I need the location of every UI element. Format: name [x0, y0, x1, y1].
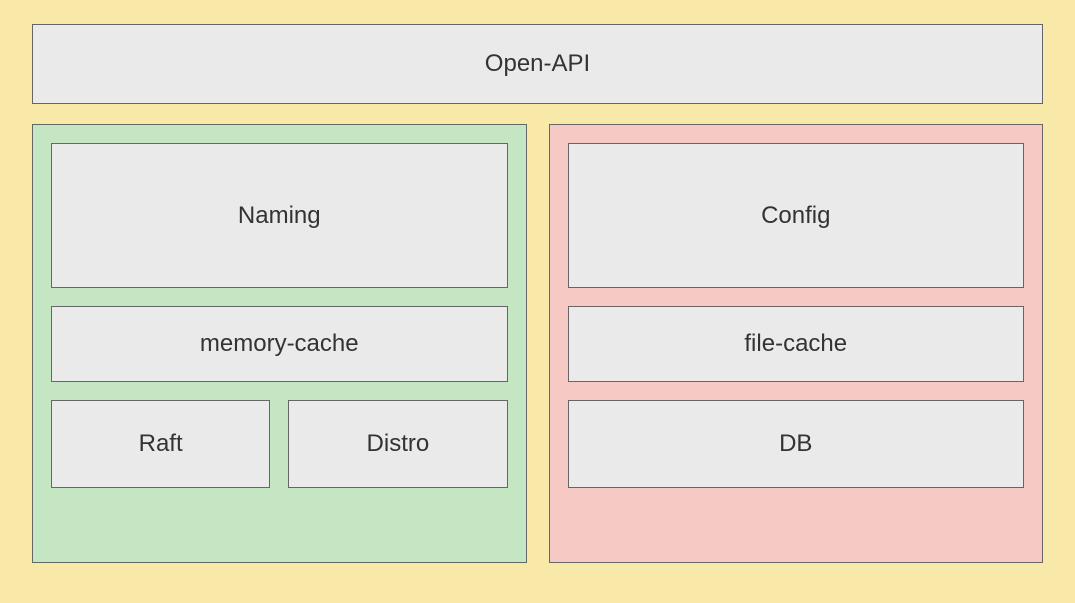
naming-box: Naming [51, 143, 508, 288]
db-label: DB [779, 430, 812, 458]
memory-cache-box: memory-cache [51, 306, 508, 382]
file-cache-box: file-cache [568, 306, 1025, 382]
distro-label: Distro [367, 430, 430, 458]
file-cache-label: file-cache [744, 330, 847, 358]
naming-panel: Naming memory-cache Raft Distro [32, 124, 527, 563]
distro-box: Distro [288, 400, 507, 488]
config-label: Config [761, 202, 830, 230]
db-box: DB [568, 400, 1025, 488]
config-box: Config [568, 143, 1025, 288]
memory-cache-label: memory-cache [200, 330, 359, 358]
open-api-box: Open-API [32, 24, 1043, 104]
two-column-layout: Naming memory-cache Raft Distro Config f… [32, 124, 1043, 563]
raft-box: Raft [51, 400, 270, 488]
raft-label: Raft [139, 430, 183, 458]
open-api-label: Open-API [485, 50, 590, 78]
naming-label: Naming [238, 202, 321, 230]
naming-bottom-row: Raft Distro [51, 400, 508, 488]
config-panel: Config file-cache DB [549, 124, 1044, 563]
